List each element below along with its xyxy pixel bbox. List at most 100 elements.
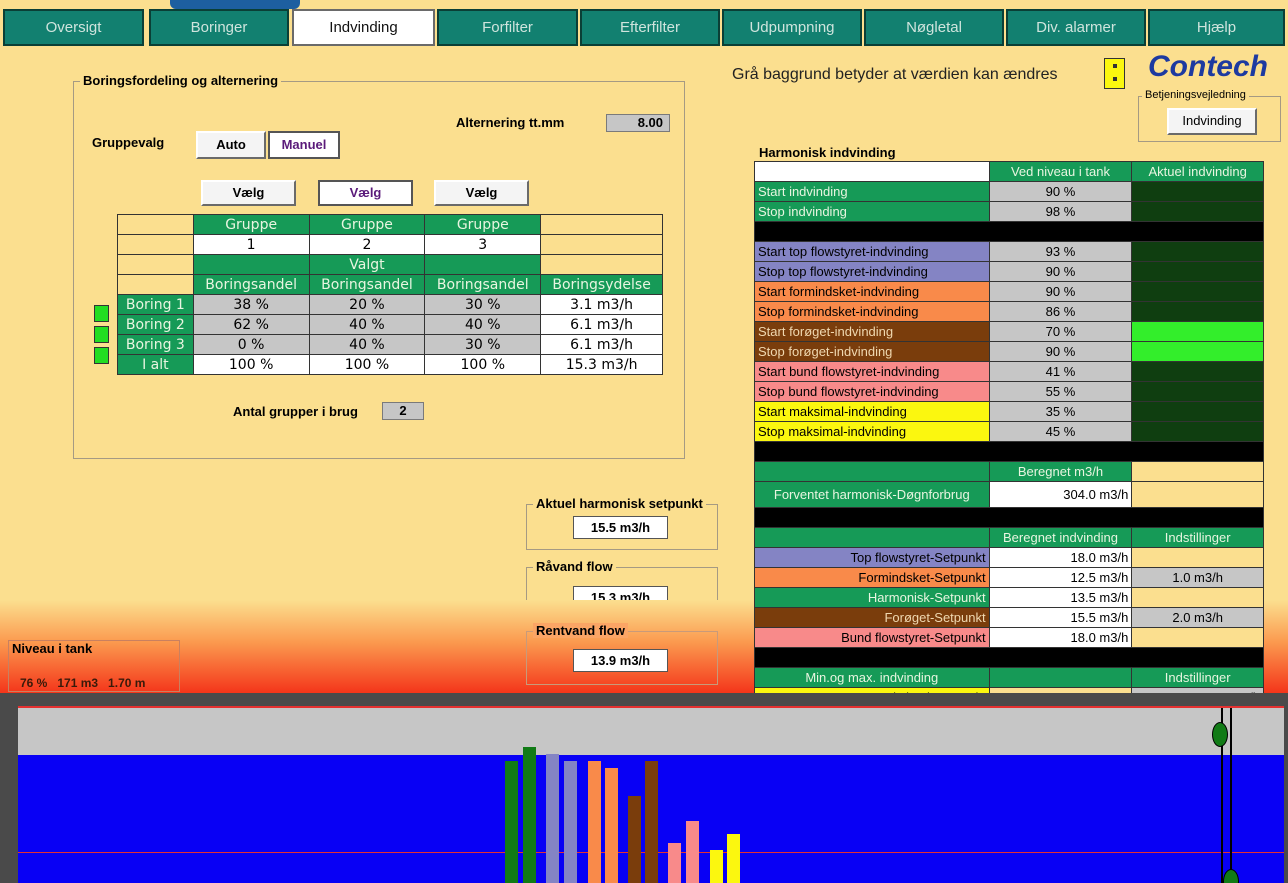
table-row: Stop formindsket-indvinding 86 % [754,301,1264,322]
empty-cell [540,214,663,235]
table-cell[interactable]: 90 % [988,341,1133,362]
table-row: Min.og max. indvinding Indstillinger [754,667,1264,688]
harmonisk-title: Harmonisk indvinding [759,145,896,160]
boring-table: Gruppe Gruppe Gruppe 1 2 3 Valgt Borings… [117,214,663,375]
table-row: Stop maksimal-indvinding 45 % [754,421,1264,442]
table-cell[interactable]: 55 % [988,381,1133,402]
setting-cell[interactable]: 1.0 m3/h [1131,567,1264,588]
tank-level-bar [710,850,723,883]
tank-level-bar [605,768,618,883]
setting-cell[interactable]: 2.0 m3/h [1131,607,1264,628]
table-cell[interactable]: 62 % [192,314,310,335]
select-group-2-button[interactable]: Vælg [318,180,413,206]
status-indicator [1131,281,1264,302]
row-label: Stop maksimal-indvinding [754,421,990,442]
table-cell[interactable]: 90 % [988,181,1133,202]
alternering-value[interactable]: 8.00 [606,114,670,132]
table-cell[interactable]: 30 % [424,294,542,315]
row-label: Stop indvinding [754,201,990,222]
table-cell: 15.3 m3/h [540,354,663,375]
contech-logo: Contech [1148,50,1268,83]
tank-level-bar [564,761,577,883]
select-group-1-button[interactable]: Vælg [201,180,296,206]
tab-div-alarmer[interactable]: Div. alarmer [1006,9,1146,46]
tab-forfilter[interactable]: Forfilter [437,9,578,46]
manual-indvinding-button[interactable]: Indvinding [1167,108,1257,135]
aktuel-setpunkt-value: 15.5 m3/h [573,516,668,539]
mode-manuel-button[interactable]: Manuel [268,131,340,159]
tab-udpumpning[interactable]: Udpumpning [722,9,862,46]
tank-level-bar [727,834,740,883]
info-icon[interactable] [1104,58,1125,89]
status-indicator [1131,361,1264,382]
col-boringsandel-2: Boringsandel [308,274,426,295]
status-indicator [1131,321,1264,342]
tank-level-bar [668,843,681,883]
table-cell[interactable]: 45 % [988,421,1133,442]
row-label: Start indvinding [754,181,990,202]
table-cell[interactable]: 86 % [988,301,1133,322]
antal-grupper-value[interactable]: 2 [382,402,424,420]
table-cell[interactable]: 40 % [308,334,426,355]
status-indicator [1131,261,1264,282]
empty-cell [117,254,194,275]
select-group-3-button[interactable]: Vælg [434,180,529,206]
status-indicator [1131,301,1264,322]
table-cell[interactable]: 40 % [308,314,426,335]
raavand-label: Råvand flow [533,559,616,574]
table-cell[interactable]: 98 % [988,201,1133,222]
table-cell: 100 % [424,354,542,375]
tab-hjaelp[interactable]: Hjælp [1148,9,1285,46]
table-cell[interactable]: 90 % [988,261,1133,282]
hint-text: Grå baggrund betyder at værdien kan ændr… [732,66,1058,83]
table-cell[interactable]: 70 % [988,321,1133,342]
manual-legend: Betjeningsvejledning [1142,89,1249,101]
table-cell[interactable]: 35 % [988,401,1133,422]
harmonisk-table: Ved niveau i tank Aktuel indvinding Star… [754,161,1264,728]
col-aktuel-indvinding: Aktuel indvinding [1131,161,1264,182]
table-row: Start formindsket-indvinding 90 % [754,281,1264,302]
aktuel-setpunkt-label: Aktuel harmonisk setpunkt [533,496,706,511]
setting-cell [1131,627,1264,648]
group-number-1: 1 [192,234,310,255]
table-cell[interactable]: 20 % [308,294,426,315]
tank-view [18,706,1284,883]
empty-cell [754,161,990,182]
table-row: Stop top flowstyret-indvinding 90 % [754,261,1264,282]
alternering-label: Alternering tt.mm [456,115,565,130]
tab-oversigt[interactable]: Oversigt [3,9,144,46]
group-number-3: 3 [424,234,542,255]
mode-auto-button[interactable]: Auto [196,131,266,159]
table-cell[interactable]: 90 % [988,281,1133,302]
table-cell[interactable]: 40 % [424,314,542,335]
row-label: Forøget-Setpunkt [754,607,990,628]
tab-efterfilter[interactable]: Efterfilter [580,9,720,46]
tab-boringer[interactable]: Boringer [149,9,289,46]
col-gruppe-1: Gruppe [192,214,310,235]
table-cell[interactable]: 38 % [192,294,310,315]
table-row: Harmonisk-Setpunkt 13.5 m3/h [754,587,1264,608]
tank-level-bar [505,761,518,883]
float-switch-icon [1212,722,1228,747]
tank-level-bar [686,821,699,883]
tab-indvinding[interactable]: Indvinding [292,9,435,46]
table-row: Beregnet m3/h [754,461,1264,482]
valgt-cell-3 [424,254,542,275]
valgt-cell-2: Valgt [308,254,426,275]
table-cell[interactable]: 41 % [988,361,1133,382]
separator [754,647,1264,668]
empty-cell [1131,481,1264,508]
tank-level-bar [546,754,559,883]
empty-cell [540,234,663,255]
setting-cell [1131,587,1264,608]
tab-noegletal[interactable]: Nøgletal [864,9,1004,46]
status-indicator [1131,341,1264,362]
table-cell[interactable]: 93 % [988,241,1133,262]
col-indstillinger: Indstillinger [1131,527,1264,548]
table-cell[interactable]: 30 % [424,334,542,355]
niveau-values: 76 % 171 m3 1.70 m [20,676,146,690]
row-label: Stop formindsket-indvinding [754,301,990,322]
table-cell[interactable]: 0 % [192,334,310,355]
row-label: Top flowstyret-Setpunkt [754,547,990,568]
col-gruppe-2: Gruppe [308,214,426,235]
